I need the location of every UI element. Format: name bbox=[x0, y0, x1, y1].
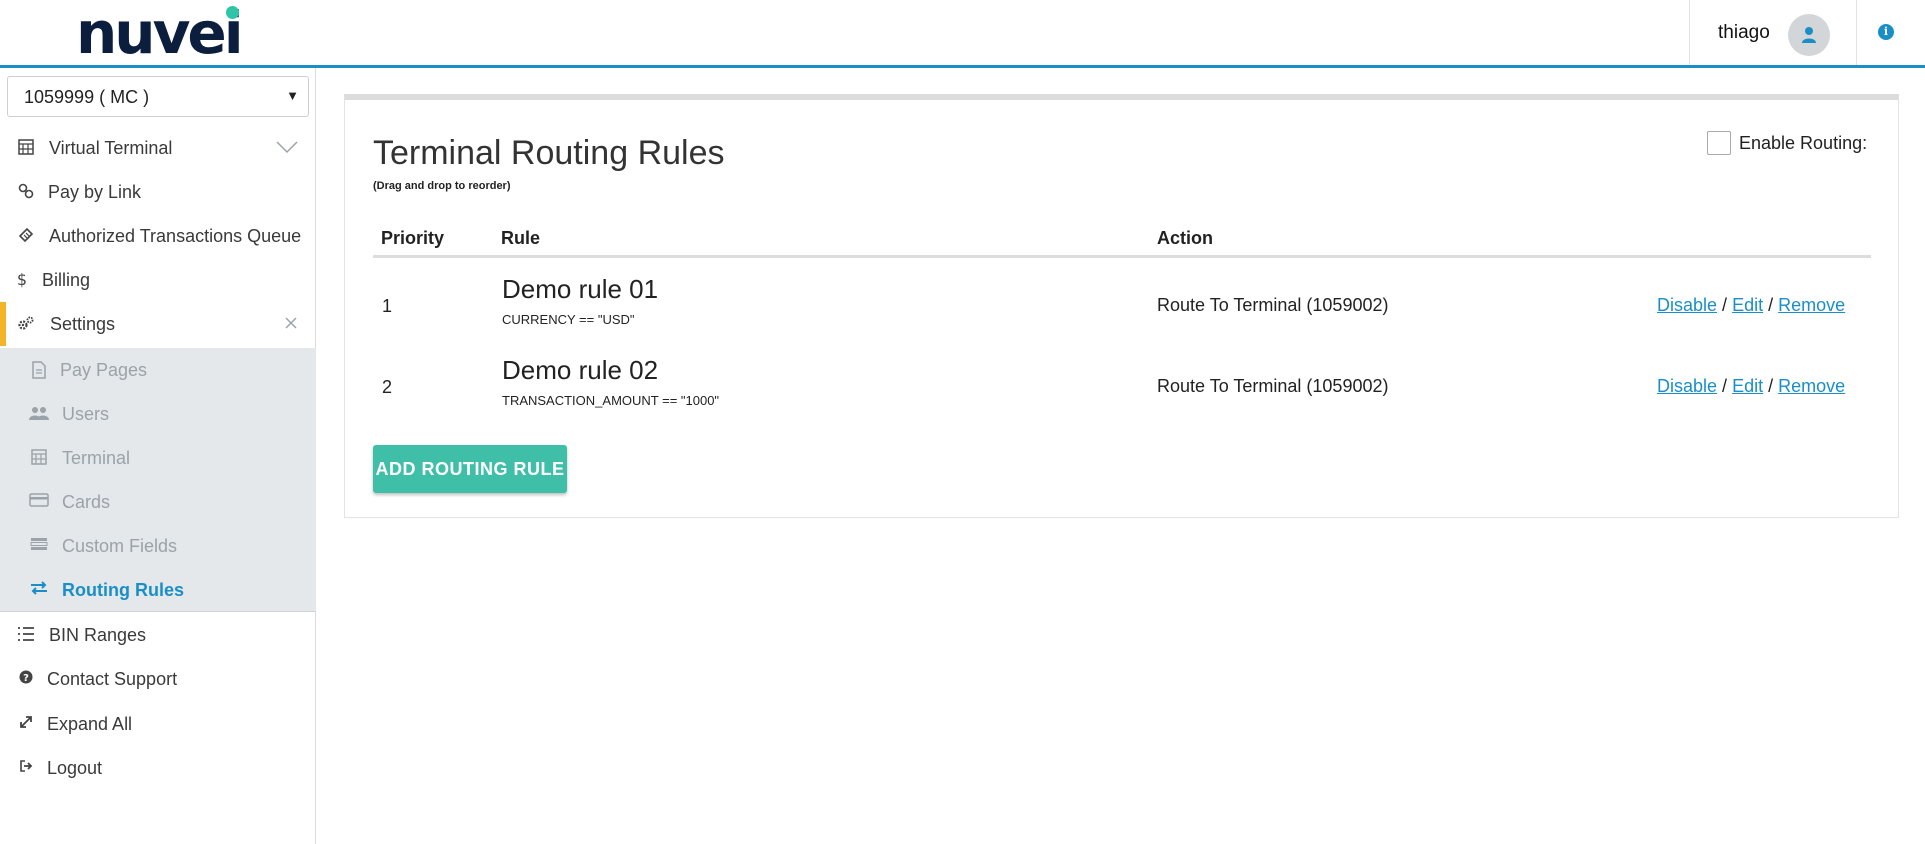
sidebar: 1059999 ( MC ) ▼ Virtual Terminal Pay by… bbox=[0, 68, 316, 844]
enable-routing-label: Enable Routing: bbox=[1739, 133, 1868, 153]
caret-down-icon: ▼ bbox=[286, 88, 299, 103]
question-icon: ? bbox=[17, 670, 35, 688]
rule-name: Demo rule 02 bbox=[502, 355, 659, 385]
card-icon bbox=[29, 493, 49, 511]
sidebar-subitem-terminal[interactable]: Terminal bbox=[0, 436, 316, 480]
column-header-rule: Rule bbox=[501, 228, 541, 248]
separator: / bbox=[1722, 376, 1728, 396]
sidebar-item-contact-support[interactable]: ? Contact Support bbox=[0, 657, 316, 701]
sidebar-item-logout[interactable]: Logout bbox=[0, 746, 316, 790]
fields-icon bbox=[29, 537, 49, 555]
logout-icon bbox=[17, 759, 35, 777]
rule-actions: Disable / Edit / Remove bbox=[1657, 295, 1845, 316]
sidebar-subitem-pay-pages[interactable]: Pay Pages bbox=[0, 348, 316, 392]
user-menu[interactable]: thiago bbox=[1689, 0, 1857, 65]
rule-condition: CURRENCY == "USD" bbox=[502, 312, 635, 327]
info-icon[interactable]: i bbox=[1878, 24, 1894, 40]
rule-condition: TRANSACTION_AMOUNT == "1000" bbox=[502, 393, 720, 408]
sidebar-item-label: Pay by Link bbox=[48, 182, 142, 202]
link-icon bbox=[17, 183, 35, 201]
column-header-action: Action bbox=[1157, 228, 1213, 248]
calculator-icon bbox=[29, 449, 49, 467]
close-icon[interactable] bbox=[284, 316, 298, 335]
sidebar-item-settings[interactable]: Settings bbox=[0, 302, 316, 346]
separator: / bbox=[1722, 295, 1728, 315]
sidebar-subitem-label: Pay Pages bbox=[60, 360, 148, 380]
merchant-select[interactable]: 1059999 ( MC ) ▼ bbox=[7, 76, 309, 117]
sidebar-subitem-routing-rules[interactable]: Routing Rules bbox=[0, 568, 316, 612]
disable-link[interactable]: Disable bbox=[1657, 295, 1717, 315]
sidebar-item-label: Authorized Transactions Queue bbox=[49, 226, 302, 246]
table-row[interactable]: 1 Demo rule 01 CURRENCY == "USD" Route T… bbox=[373, 264, 1871, 344]
add-routing-rule-button[interactable]: ADD ROUTING RULE bbox=[373, 445, 567, 493]
svg-text:?: ? bbox=[23, 673, 29, 684]
rule-priority: 2 bbox=[382, 377, 393, 397]
list-icon bbox=[17, 626, 35, 644]
sidebar-item-pay-by-link[interactable]: Pay by Link bbox=[0, 170, 316, 214]
sidebar-subitem-label: Cards bbox=[62, 492, 111, 512]
sidebar-item-authorized-transactions-queue[interactable]: Authorized Transactions Queue bbox=[0, 214, 316, 258]
avatar[interactable] bbox=[1788, 14, 1830, 56]
edit-link[interactable]: Edit bbox=[1732, 295, 1763, 315]
username: thiago bbox=[1718, 22, 1770, 43]
table-header: Priority Rule Action bbox=[373, 218, 1871, 258]
sidebar-item-label: Contact Support bbox=[47, 669, 178, 689]
top-header: nuvei thiago i bbox=[0, 0, 1925, 68]
sidebar-subitem-label: Terminal bbox=[62, 448, 131, 468]
gears-icon bbox=[17, 315, 35, 333]
rule-priority: 1 bbox=[382, 296, 393, 316]
sidebar-item-label: Expand All bbox=[47, 714, 133, 734]
separator: / bbox=[1768, 295, 1774, 315]
sidebar-subitem-cards[interactable]: Cards bbox=[0, 480, 316, 524]
calculator-icon bbox=[17, 139, 35, 157]
remove-link[interactable]: Remove bbox=[1778, 295, 1845, 315]
sidebar-subitem-label: Custom Fields bbox=[62, 536, 178, 556]
sidebar-item-virtual-terminal[interactable]: Virtual Terminal bbox=[0, 126, 316, 170]
sidebar-item-billing[interactable]: $ Billing bbox=[0, 258, 316, 302]
column-header-priority: Priority bbox=[381, 228, 445, 248]
sidebar-subitem-label: Routing Rules bbox=[62, 580, 184, 600]
rule-actions: Disable / Edit / Remove bbox=[1657, 376, 1845, 397]
sidebar-subitem-custom-fields[interactable]: Custom Fields bbox=[0, 524, 316, 568]
sidebar-item-label: Billing bbox=[42, 270, 91, 290]
enable-routing-checkbox[interactable] bbox=[1707, 131, 1731, 155]
user-icon bbox=[1802, 27, 1816, 43]
separator: / bbox=[1768, 376, 1774, 396]
nuvei-logo[interactable]: nuvei bbox=[76, 2, 246, 64]
edit-link[interactable]: Edit bbox=[1732, 376, 1763, 396]
disable-link[interactable]: Disable bbox=[1657, 376, 1717, 396]
logo-dot bbox=[226, 6, 239, 19]
rule-action: Route To Terminal (1059002) bbox=[1157, 376, 1389, 396]
sidebar-item-expand-all[interactable]: Expand All bbox=[0, 702, 316, 746]
sidebar-item-bin-ranges[interactable]: BIN Ranges bbox=[0, 613, 316, 657]
logo-wordmark: nuvei bbox=[76, 0, 244, 67]
settings-submenu: Pay Pages Users Terminal Cards Custom Fi… bbox=[0, 348, 316, 612]
expand-icon bbox=[17, 715, 35, 733]
ticket-icon bbox=[17, 227, 35, 245]
sidebar-subitem-users[interactable]: Users bbox=[0, 392, 316, 436]
page-subtitle: (Drag and drop to reorder) bbox=[373, 180, 511, 192]
page-icon bbox=[29, 361, 49, 379]
sidebar-subitem-label: Users bbox=[62, 404, 110, 424]
sidebar-item-label: Settings bbox=[50, 314, 116, 334]
users-icon bbox=[29, 405, 49, 423]
page-title: Terminal Routing Rules bbox=[373, 134, 725, 172]
rule-name: Demo rule 01 bbox=[502, 274, 659, 304]
rule-action: Route To Terminal (1059002) bbox=[1157, 295, 1389, 315]
chevron-down-icon[interactable] bbox=[276, 140, 298, 159]
routing-rules-card: Terminal Routing Rules (Drag and drop to… bbox=[344, 94, 1899, 518]
exchange-icon bbox=[29, 581, 49, 599]
sidebar-item-label: Logout bbox=[47, 758, 103, 778]
remove-link[interactable]: Remove bbox=[1778, 376, 1845, 396]
sidebar-item-label: Virtual Terminal bbox=[49, 138, 173, 158]
dollar-icon: $ bbox=[16, 270, 28, 289]
sidebar-item-label: BIN Ranges bbox=[49, 625, 147, 645]
merchant-select-value: 1059999 ( MC ) bbox=[24, 87, 150, 107]
table-row[interactable]: 2 Demo rule 02 TRANSACTION_AMOUNT == "10… bbox=[373, 345, 1871, 425]
